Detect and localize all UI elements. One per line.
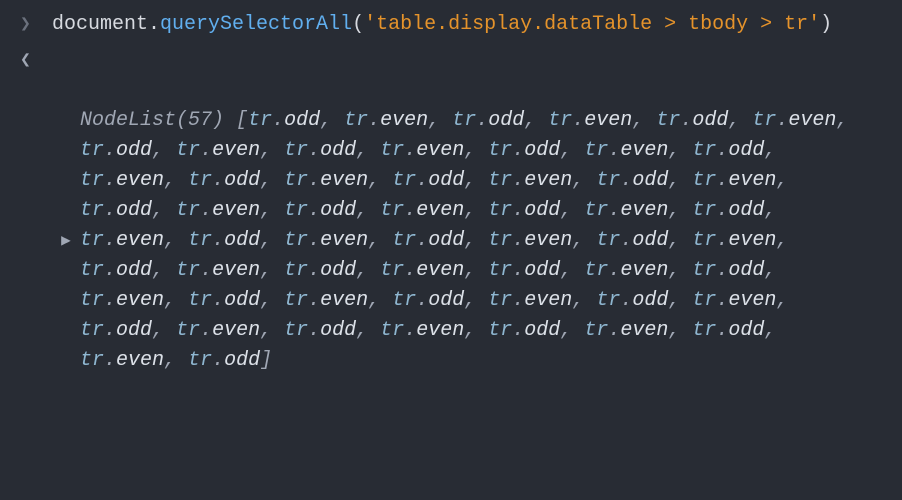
input-prompt-icon: ❯ — [20, 10, 52, 39]
output-prompt-icon: ❮ — [20, 46, 52, 75]
nodelist-output: NodeList(57) [tr.odd, tr.even, tr.odd, t… — [80, 106, 882, 376]
console-output[interactable]: ▶ NodeList(57) [tr.odd, tr.even, tr.odd,… — [52, 46, 882, 436]
expand-icon[interactable]: ▶ — [52, 229, 80, 253]
console-input-row: ❯ document.querySelectorAll('table.displ… — [20, 10, 882, 40]
console-output-row: ❮ ▶ NodeList(57) [tr.odd, tr.even, tr.od… — [20, 46, 882, 436]
console-input[interactable]: document.querySelectorAll('table.display… — [52, 10, 882, 40]
